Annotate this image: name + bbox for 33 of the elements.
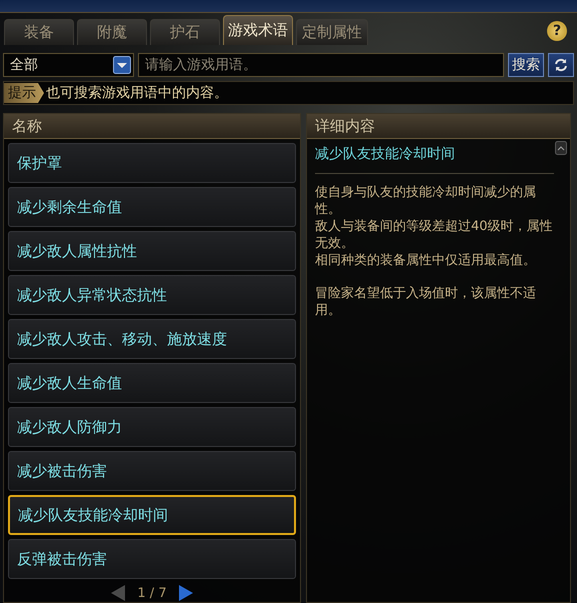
next-page-icon[interactable] (178, 585, 193, 601)
term-list-item[interactable]: 减少敌人生命值 (8, 363, 296, 403)
hint-tag: 提示 (4, 83, 44, 103)
tab[interactable]: 装备 (4, 19, 74, 45)
term-list-item[interactable]: 保护罩 (8, 143, 296, 183)
term-list-item[interactable]: 减少队友技能冷却时间 (8, 495, 296, 535)
description-text: 相同种类的装备属性中仅适用最高值。 (315, 252, 537, 269)
hint-text: 也可搜索游戏用语中的内容。 (46, 84, 228, 102)
term-list-item[interactable]: 减少剩余生命值 (8, 187, 296, 227)
tab[interactable]: 附魔 (77, 19, 147, 45)
column-header: 名称 (4, 114, 300, 139)
help-button[interactable]: ? (547, 21, 567, 41)
term-list-item[interactable]: 减少敌人异常状态抗性 (8, 275, 296, 315)
tab[interactable]: 护石 (150, 19, 220, 45)
tab[interactable]: 定制属性 (296, 19, 368, 45)
description-text: 使自身与队友的技能冷却时间减少的属性。 (315, 184, 537, 218)
search-field[interactable]: 请输入游戏用语。 (138, 53, 504, 77)
term-list-item[interactable]: 减少被击伤害 (8, 451, 296, 491)
description-text: 冒险家名望低于入场值时，该属性不适用。 (315, 285, 537, 319)
detail-title: 减少队友技能冷却时间 (315, 143, 554, 174)
refresh-icon (553, 57, 569, 73)
category-dropdown[interactable]: 全部 (3, 53, 134, 77)
refresh-button[interactable] (548, 53, 574, 77)
column-header: 详细内容 (307, 114, 570, 139)
scroll-up-icon[interactable] (555, 141, 567, 155)
search-button[interactable]: 搜索 (508, 53, 544, 77)
term-list-item[interactable]: 反弹被击伤害 (8, 539, 296, 579)
description-text: 敌人与装备间的等级差超过40级时，属性无效。 (315, 218, 554, 252)
term-list-item[interactable]: 减少敌人属性抗性 (8, 231, 296, 271)
term-list-item[interactable]: 减少敌人攻击、移动、施放速度 (8, 319, 296, 359)
page-indicator: 1 / 7 (137, 586, 167, 600)
tab[interactable]: 游戏术语 (223, 15, 293, 45)
term-list-item[interactable]: 减少敌人防御力 (8, 407, 296, 447)
